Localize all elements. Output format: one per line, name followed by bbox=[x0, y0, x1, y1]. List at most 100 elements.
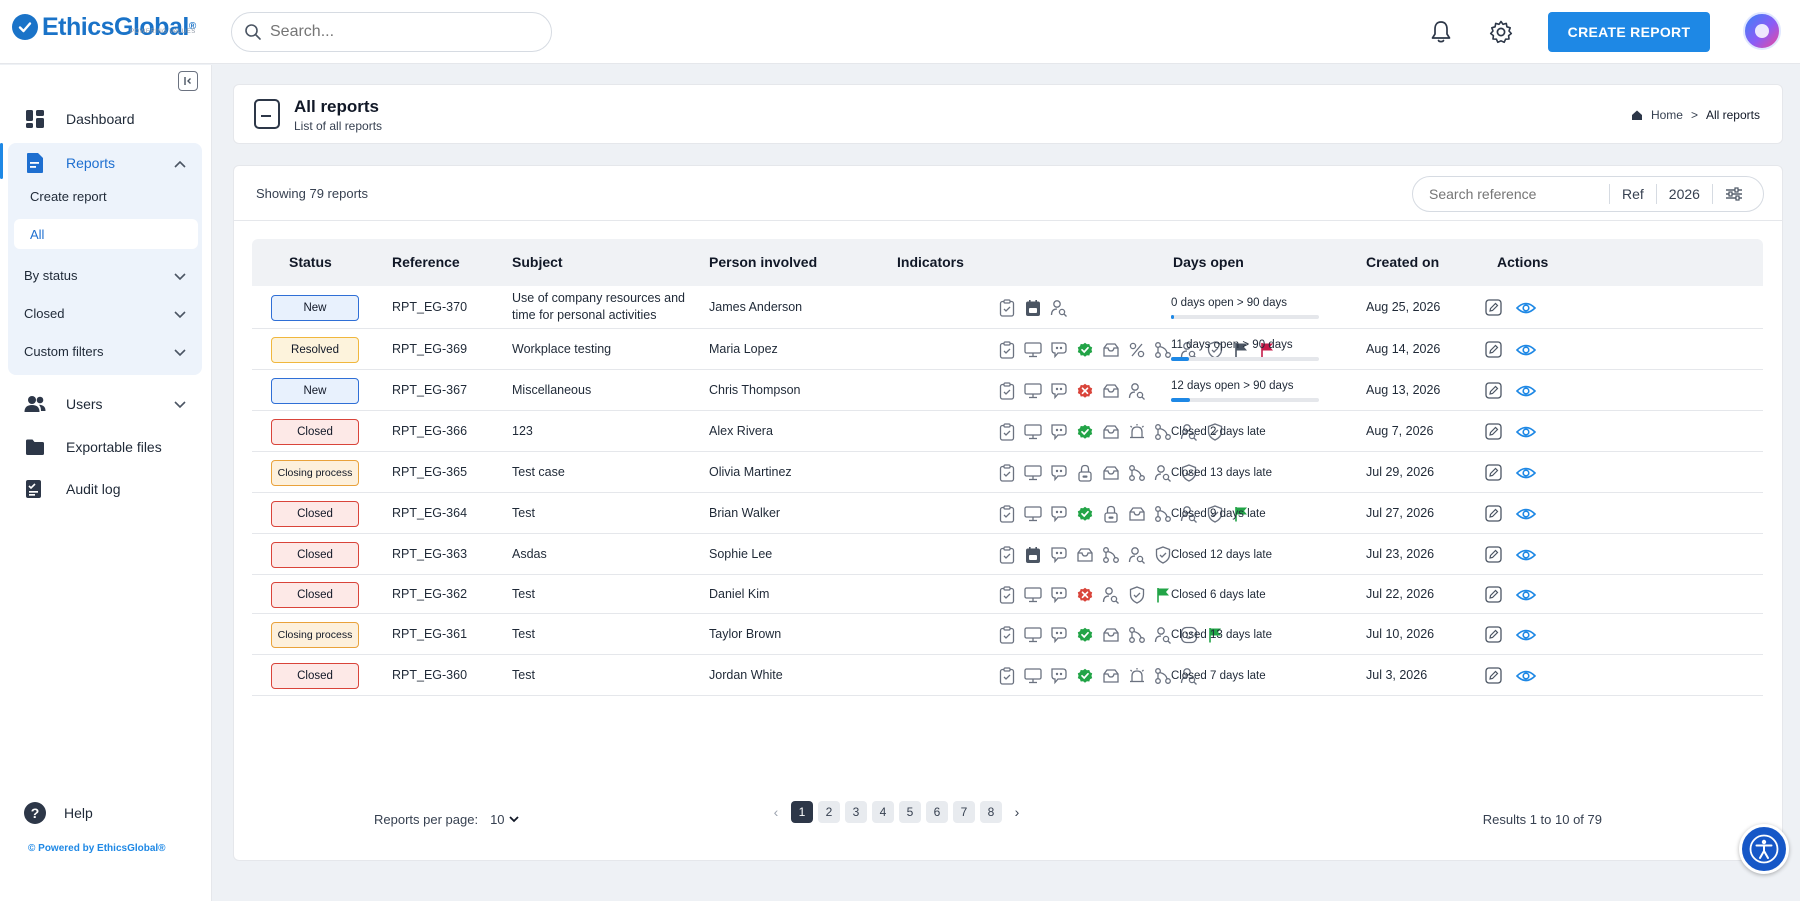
view-eye-icon[interactable] bbox=[1515, 301, 1537, 318]
edit-icon[interactable] bbox=[1485, 299, 1502, 319]
sidebar-item-audit-log[interactable]: Audit log bbox=[0, 469, 212, 509]
table-row[interactable]: Closed RPT_EG-362 Test Daniel Kim Closed 6 d… bbox=[252, 575, 1763, 614]
table-row[interactable]: New RPT_EG-367 Miscellaneous Chris Thompson… bbox=[252, 370, 1763, 411]
reference-cell[interactable]: RPT_EG-367 bbox=[392, 383, 467, 397]
column-header-person[interactable]: Person involved bbox=[709, 254, 817, 270]
collapse-sidebar-icon[interactable] bbox=[178, 71, 198, 91]
user-avatar[interactable] bbox=[1743, 12, 1781, 50]
search-reference-input[interactable] bbox=[1429, 186, 1609, 202]
sidebar-item-exportable-files[interactable]: Exportable files bbox=[0, 427, 212, 467]
days-open-cell: 11 days open > 90 days bbox=[1171, 339, 1319, 361]
edit-icon[interactable] bbox=[1485, 586, 1502, 606]
sidebar-item-dashboard[interactable]: Dashboard bbox=[0, 99, 212, 139]
table-row[interactable]: Closed RPT_EG-363 Asdas Sophie Lee Closed 12… bbox=[252, 534, 1763, 575]
days-progress-fill bbox=[1171, 357, 1189, 361]
edit-icon[interactable] bbox=[1485, 667, 1502, 687]
reference-cell[interactable]: RPT_EG-362 bbox=[392, 587, 467, 601]
table-row[interactable]: Resolved RPT_EG-369 Workplace testing Maria… bbox=[252, 329, 1763, 370]
page-button[interactable]: 1 bbox=[791, 801, 813, 823]
dark-calendar-icon bbox=[1023, 298, 1043, 318]
page-button[interactable]: 8 bbox=[980, 801, 1002, 823]
accessibility-button[interactable] bbox=[1739, 824, 1789, 874]
column-header-created-on[interactable]: Created on bbox=[1366, 254, 1439, 270]
column-header-actions: Actions bbox=[1497, 254, 1549, 270]
actions-cell bbox=[1485, 341, 1537, 361]
monitor-icon bbox=[1023, 666, 1043, 686]
table-body: New RPT_EG-370 Use of company resources an… bbox=[252, 286, 1763, 696]
view-eye-icon[interactable] bbox=[1515, 588, 1537, 605]
view-eye-icon[interactable] bbox=[1515, 669, 1537, 686]
home-icon[interactable] bbox=[1631, 109, 1643, 121]
edit-icon[interactable] bbox=[1485, 464, 1502, 484]
column-header-reference[interactable]: Reference bbox=[392, 254, 460, 270]
person-involved-cell: Daniel Kim bbox=[709, 587, 770, 601]
filter-settings-icon[interactable] bbox=[1711, 184, 1755, 204]
reference-cell[interactable]: RPT_EG-370 bbox=[392, 300, 467, 314]
notifications-bell-icon[interactable] bbox=[1424, 15, 1458, 49]
reference-cell[interactable]: RPT_EG-369 bbox=[392, 342, 467, 356]
reference-cell[interactable]: RPT_EG-366 bbox=[392, 424, 467, 438]
table-row[interactable]: Closed RPT_EG-364 Test Brian Walker Closed 9… bbox=[252, 493, 1763, 534]
reference-cell[interactable]: RPT_EG-363 bbox=[392, 547, 467, 561]
sidebar-filter-closed[interactable]: Closed bbox=[8, 295, 202, 331]
view-eye-icon[interactable] bbox=[1515, 628, 1537, 645]
table-row[interactable]: New RPT_EG-370 Use of company resources an… bbox=[252, 286, 1763, 329]
rows-per-page-select[interactable]: 10 bbox=[490, 812, 519, 827]
column-header-status[interactable]: Status bbox=[289, 254, 332, 270]
edit-icon[interactable] bbox=[1485, 546, 1502, 566]
reference-cell[interactable]: RPT_EG-360 bbox=[392, 668, 467, 682]
sidebar: Dashboard Reports Create report All By s… bbox=[0, 65, 212, 901]
brand-logo[interactable]: EthicsGlobal® bbox=[12, 14, 196, 40]
reference-cell[interactable]: RPT_EG-361 bbox=[392, 627, 467, 641]
breadcrumb-home[interactable]: Home bbox=[1651, 108, 1683, 122]
page-button[interactable]: 2 bbox=[818, 801, 840, 823]
settings-gear-icon[interactable] bbox=[1484, 15, 1518, 49]
created-on-cell: Aug 25, 2026 bbox=[1366, 300, 1441, 314]
sidebar-item-users[interactable]: Users bbox=[0, 384, 212, 424]
global-search[interactable] bbox=[231, 12, 552, 52]
view-eye-icon[interactable] bbox=[1515, 343, 1537, 360]
indicators-cell bbox=[997, 545, 1173, 565]
view-eye-icon[interactable] bbox=[1515, 425, 1537, 442]
edit-icon[interactable] bbox=[1485, 423, 1502, 443]
view-eye-icon[interactable] bbox=[1515, 507, 1537, 524]
table-row[interactable]: Closing process RPT_EG-361 Test Taylor Brow… bbox=[252, 614, 1763, 655]
page-button[interactable]: 6 bbox=[926, 801, 948, 823]
sidebar-item-reports[interactable]: Reports bbox=[0, 143, 212, 183]
edit-icon[interactable] bbox=[1485, 505, 1502, 525]
page-button[interactable]: 4 bbox=[872, 801, 894, 823]
prev-page-button[interactable]: ‹ bbox=[766, 801, 786, 823]
page-button[interactable]: 7 bbox=[953, 801, 975, 823]
table-row[interactable]: Closed RPT_EG-360 Test Jordan White Closed 7… bbox=[252, 655, 1763, 696]
help-link[interactable]: ? Help bbox=[24, 802, 93, 824]
clipboard-check-icon bbox=[997, 504, 1017, 524]
year-filter-button[interactable]: 2026 bbox=[1655, 184, 1712, 204]
reference-cell[interactable]: RPT_EG-365 bbox=[392, 465, 467, 479]
column-header-subject[interactable]: Subject bbox=[512, 254, 563, 270]
actions-cell bbox=[1485, 586, 1537, 606]
view-eye-icon[interactable] bbox=[1515, 384, 1537, 401]
inbox-icon bbox=[1127, 504, 1147, 524]
create-report-button[interactable]: CREATE REPORT bbox=[1548, 12, 1710, 52]
sidebar-subitem-create-report[interactable]: Create report bbox=[30, 189, 107, 204]
view-eye-icon[interactable] bbox=[1515, 466, 1537, 483]
sidebar-filter-custom[interactable]: Custom filters bbox=[8, 333, 202, 369]
next-page-button[interactable]: › bbox=[1007, 801, 1027, 823]
sidebar-subitem-all[interactable]: All bbox=[14, 219, 198, 249]
search-input[interactable] bbox=[270, 23, 530, 41]
edit-icon[interactable] bbox=[1485, 341, 1502, 361]
edit-icon[interactable] bbox=[1485, 382, 1502, 402]
page-button[interactable]: 3 bbox=[845, 801, 867, 823]
sidebar-filter-by-status[interactable]: By status bbox=[8, 257, 202, 293]
table-row[interactable]: Closed RPT_EG-366 123 Alex Rivera Closed 2 d… bbox=[252, 411, 1763, 452]
column-header-days-open[interactable]: Days open bbox=[1173, 254, 1244, 270]
table-row[interactable]: Closing process RPT_EG-365 Test case Olivia… bbox=[252, 452, 1763, 493]
ref-filter-button[interactable]: Ref bbox=[1609, 184, 1656, 204]
page-button[interactable]: 5 bbox=[899, 801, 921, 823]
lock-icon bbox=[1101, 504, 1121, 524]
reference-cell[interactable]: RPT_EG-364 bbox=[392, 506, 467, 520]
users-icon bbox=[24, 393, 46, 415]
edit-icon[interactable] bbox=[1485, 626, 1502, 646]
view-eye-icon[interactable] bbox=[1515, 548, 1537, 565]
person-involved-cell: Maria Lopez bbox=[709, 342, 778, 356]
